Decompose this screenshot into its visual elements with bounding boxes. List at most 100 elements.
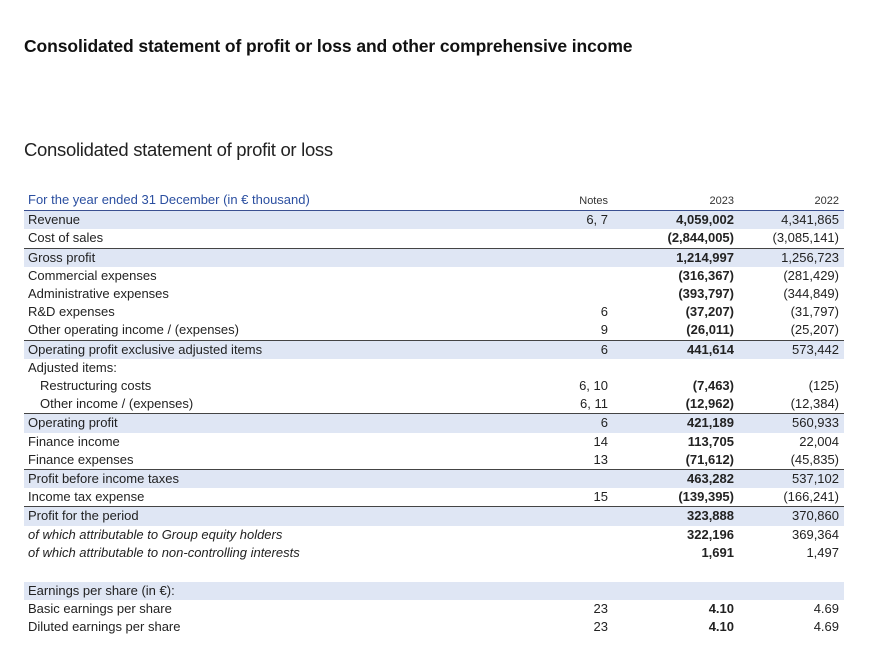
- row-label: Income tax expense: [24, 488, 524, 508]
- table-row: Finance expenses 13 (71,612) (45,835): [24, 450, 844, 471]
- row-value-2022: (166,241): [736, 488, 844, 508]
- row-value-2022: (281,429): [783, 267, 839, 283]
- row-notes: [524, 582, 626, 601]
- header-notes: Notes: [524, 190, 626, 212]
- row-label: of which attributable to Group equity ho…: [28, 526, 283, 542]
- row-value-2022: 370,860: [736, 506, 844, 526]
- row-value-2023: 322,196: [687, 526, 734, 542]
- row-label: Other income / (expenses): [24, 395, 524, 415]
- table-row: Adjusted items:: [24, 359, 844, 377]
- row-notes: [524, 544, 626, 562]
- row-value-2022: 573,442: [736, 340, 844, 359]
- table-row: Other operating income / (expenses) 9 (26,…: [24, 321, 844, 341]
- row-notes: 6: [524, 413, 626, 433]
- table-row: Profit before income taxes 463,282 537,102: [24, 469, 844, 489]
- row-notes: [524, 359, 626, 377]
- table-row: of which attributable to non-controlling…: [24, 544, 844, 562]
- row-label: Profit for the period: [24, 506, 524, 526]
- row-value-2023: 4.10: [708, 601, 734, 617]
- table-row: Revenue 6, 7 4,059,002 4,341,865: [24, 210, 844, 230]
- row-notes: 9: [524, 321, 626, 341]
- row-value-2022: (344,849): [783, 286, 839, 302]
- row-value-2023: 421,189: [626, 413, 736, 433]
- row-label: Profit before income taxes: [24, 469, 524, 489]
- row-notes: [524, 267, 626, 285]
- row-notes: 6, 7: [524, 210, 626, 230]
- section-title: Consolidated statement of profit or loss: [24, 139, 333, 160]
- row-value-2022: (45,835): [736, 450, 844, 471]
- table-row: Restructuring costs 6, 10 (7,463) (125): [24, 377, 844, 395]
- row-label: Earnings per share (in €):: [24, 582, 524, 601]
- row-label: R&D expenses: [28, 304, 115, 320]
- row-value-2023: (2,844,005): [626, 229, 736, 249]
- row-value-2023: (7,463): [692, 378, 734, 394]
- row-label: Operating profit: [24, 413, 524, 433]
- row-label: Administrative expenses: [28, 286, 169, 302]
- row-notes: 6: [600, 304, 608, 320]
- row-notes: 15: [524, 488, 626, 508]
- table-row: Profit for the period 323,888 370,860: [24, 506, 844, 526]
- row-value-2022: (31,797): [790, 304, 839, 320]
- row-value-2023: (37,207): [685, 304, 734, 320]
- row-notes: [524, 469, 626, 489]
- table-row: R&D expenses 6 (37,207) (31,797): [24, 303, 844, 321]
- table-row: Earnings per share (in €):: [24, 582, 844, 601]
- row-label: Revenue: [24, 210, 524, 230]
- row-label: Gross profit: [24, 248, 524, 267]
- row-value-2022: [736, 582, 844, 601]
- row-value-2023: 113,705: [687, 433, 734, 449]
- page-title: Consolidated statement of profit or loss…: [24, 36, 633, 56]
- row-notes: 6, 11: [524, 395, 626, 415]
- row-value-2023: 1,214,997: [626, 248, 736, 267]
- spacer-cell: [24, 562, 844, 583]
- row-value-2023: 463,282: [626, 469, 736, 489]
- row-notes: [524, 506, 626, 526]
- row-label: Cost of sales: [24, 229, 524, 249]
- row-value-2023: 441,614: [626, 340, 736, 359]
- row-value-2023: 4,059,002: [626, 210, 736, 230]
- header-year-2022: 2022: [736, 190, 844, 212]
- row-value-2022: 4.69: [813, 619, 839, 635]
- row-label: Other operating income / (expenses): [24, 321, 524, 341]
- table-row: Basic earnings per share 23 4.10 4.69: [24, 600, 844, 618]
- row-value-2023: 1,691: [701, 544, 734, 560]
- table-row: Commercial expenses (316,367) (281,429): [24, 267, 844, 285]
- row-value-2023: (26,011): [626, 321, 736, 341]
- spacer-row: [24, 562, 844, 583]
- row-notes: [524, 285, 626, 303]
- row-label: Diluted earnings per share: [28, 619, 181, 635]
- row-value-2023: (316,367): [678, 267, 734, 283]
- profit-loss-table: For the year ended 31 December (in € tho…: [24, 190, 844, 637]
- row-value-2023: [626, 359, 736, 377]
- table-row: Finance income 14 113,705 22,004: [24, 433, 844, 451]
- row-value-2023: 323,888: [626, 506, 736, 526]
- table-row: of which attributable to Group equity ho…: [24, 526, 844, 544]
- row-value-2022: 1,256,723: [736, 248, 844, 267]
- row-notes: 6: [524, 340, 626, 359]
- header-period-label: For the year ended 31 December (in € tho…: [24, 190, 524, 212]
- row-label: Commercial expenses: [28, 267, 157, 283]
- table-row: Cost of sales (2,844,005) (3,085,141): [24, 229, 844, 249]
- row-value-2022: 4,341,865: [736, 210, 844, 230]
- row-value-2022: (25,207): [736, 321, 844, 341]
- row-notes: 14: [593, 433, 608, 449]
- table-row: Gross profit 1,214,997 1,256,723: [24, 248, 844, 267]
- row-value-2022: 1,497: [806, 544, 839, 560]
- row-value-2023: (71,612): [626, 450, 736, 471]
- row-value-2022: (3,085,141): [736, 229, 844, 249]
- table-row: Operating profit exclusive adjusted item…: [24, 340, 844, 359]
- table-row: Diluted earnings per share 23 4.10 4.69: [24, 618, 844, 636]
- row-notes: [524, 248, 626, 267]
- row-label: Finance expenses: [24, 450, 524, 471]
- row-value-2023: [626, 582, 736, 601]
- row-notes: 6, 10: [579, 378, 608, 394]
- row-value-2023: (139,395): [626, 488, 736, 508]
- row-label: Finance income: [28, 433, 120, 449]
- row-label: Adjusted items:: [28, 359, 117, 375]
- row-value-2022: 22,004: [799, 433, 839, 449]
- row-label: Restructuring costs: [40, 378, 152, 394]
- row-value-2022: (12,384): [736, 395, 844, 415]
- table-header-row: For the year ended 31 December (in € tho…: [24, 190, 844, 212]
- table-row: Operating profit 6 421,189 560,933: [24, 413, 844, 433]
- row-value-2023: (393,797): [678, 286, 734, 302]
